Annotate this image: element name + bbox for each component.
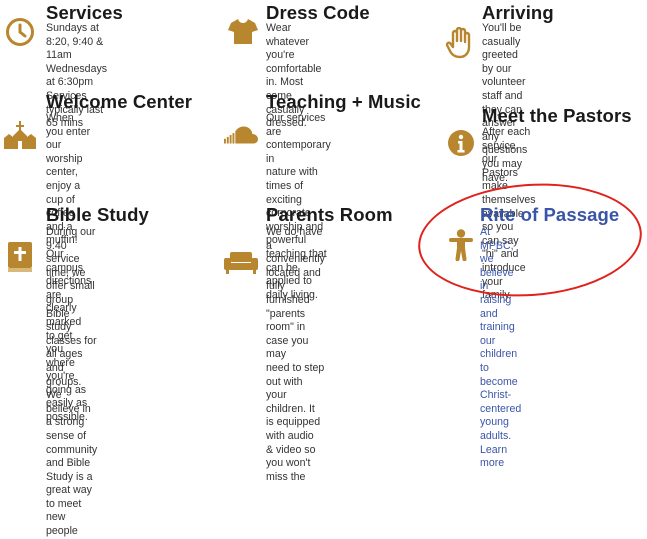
bible-icon: [3, 240, 37, 274]
couch-icon: [224, 246, 258, 280]
rite-of-passage-title[interactable]: Rite of Passage: [480, 205, 619, 225]
meet-pastors-title: Meet the Pastors: [482, 105, 632, 126]
soundcloud-icon: [224, 118, 258, 152]
hand-icon: [442, 26, 476, 60]
info-icon: [444, 126, 478, 160]
bible-study-title: Bible Study: [46, 204, 149, 225]
parents-room-text: We do have a conveniently located and fu…: [266, 226, 325, 483]
services-title: Services: [46, 2, 123, 23]
parents-room-title: Parents Room: [266, 204, 393, 225]
arriving-title: Arriving: [482, 2, 554, 23]
church-icon: [3, 118, 37, 152]
child-icon: [444, 228, 478, 262]
clock-icon: [3, 15, 37, 49]
shirt-icon: [226, 14, 260, 48]
rite-of-passage-text[interactable]: At MPBC, we believe in raising and train…: [480, 226, 521, 471]
welcome-center-title: Welcome Center: [46, 91, 193, 112]
teaching-music-title: Teaching + Music: [266, 91, 421, 112]
dress-code-title: Dress Code: [266, 2, 370, 23]
bible-study-text: During our 9:40 service time, we offer s…: [46, 226, 98, 538]
